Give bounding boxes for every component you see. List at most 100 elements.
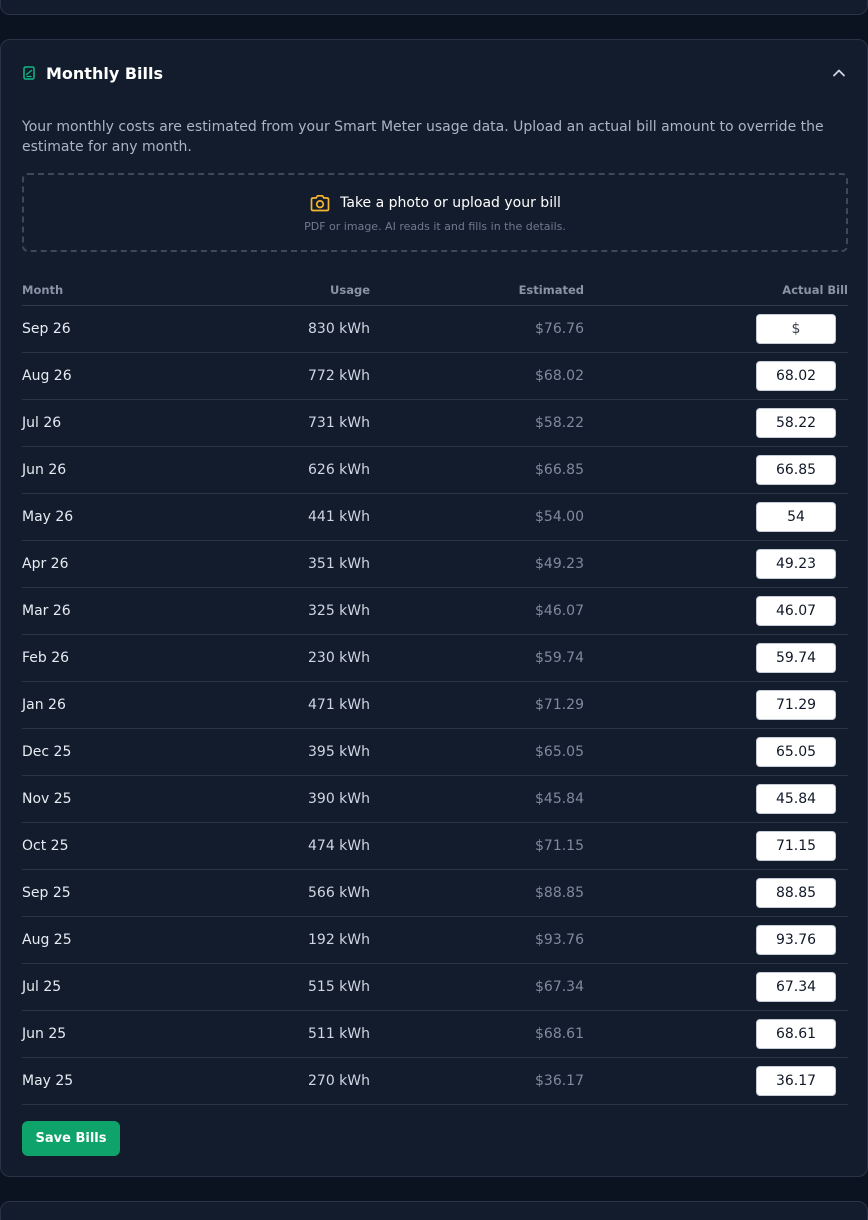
table-row: Apr 26 351 kWh $49.23: [22, 540, 848, 588]
row-estimated: $46.07: [370, 587, 584, 635]
save-bills-button[interactable]: Save Bills: [22, 1121, 120, 1156]
bill-icon: [22, 66, 36, 80]
row-usage: 515 kWh: [212, 963, 370, 1011]
row-usage: 325 kWh: [212, 587, 370, 635]
actual-bill-input[interactable]: [756, 1018, 836, 1049]
row-actual-cell: [584, 728, 848, 776]
column-header-estimated: Estimated: [370, 275, 584, 306]
actual-bill-input[interactable]: [756, 971, 836, 1002]
row-actual-cell: [584, 869, 848, 917]
camera-icon: [309, 193, 331, 213]
row-month: Apr 26: [22, 540, 212, 588]
actual-bill-input[interactable]: [756, 501, 836, 532]
row-usage: 230 kWh: [212, 634, 370, 682]
row-usage: 192 kWh: [212, 916, 370, 964]
row-estimated: $76.76: [370, 305, 584, 353]
row-actual-cell: [584, 540, 848, 588]
section-header[interactable]: Monthly Bills: [22, 62, 847, 84]
row-month: Oct 25: [22, 822, 212, 870]
actual-bill-input[interactable]: [756, 407, 836, 438]
row-estimated: $68.02: [370, 352, 584, 400]
table-row: Aug 26 772 kWh $68.02: [22, 352, 848, 400]
row-month: Feb 26: [22, 634, 212, 682]
row-usage: 731 kWh: [212, 399, 370, 447]
actual-bill-input[interactable]: [756, 830, 836, 861]
actual-bill-input[interactable]: [756, 689, 836, 720]
actual-bill-input[interactable]: [756, 736, 836, 767]
row-estimated: $59.74: [370, 634, 584, 682]
upload-title: Take a photo or upload your bill: [340, 194, 561, 211]
row-actual-cell: [584, 681, 848, 729]
row-actual-cell: [584, 1057, 848, 1105]
row-actual-cell: [584, 916, 848, 964]
row-month: May 25: [22, 1057, 212, 1105]
table-row: Feb 26 230 kWh $59.74: [22, 634, 848, 682]
table-row: Sep 25 566 kWh $88.85: [22, 869, 848, 917]
table-row: Jul 26 731 kWh $58.22: [22, 399, 848, 447]
row-month: Jan 26: [22, 681, 212, 729]
table-row: Mar 26 325 kWh $46.07: [22, 587, 848, 635]
table-row: Jan 26 471 kWh $71.29: [22, 681, 848, 729]
upload-subtitle: PDF or image. AI reads it and fills in t…: [304, 219, 566, 233]
row-usage: 511 kWh: [212, 1010, 370, 1058]
row-month: Jul 26: [22, 399, 212, 447]
bill-upload-dropzone[interactable]: Take a photo or upload your bill PDF or …: [22, 173, 848, 252]
row-usage: 626 kWh: [212, 446, 370, 494]
column-header-month: Month: [22, 275, 212, 306]
row-month: Jul 25: [22, 963, 212, 1011]
row-actual-cell: [584, 775, 848, 823]
actual-bill-input[interactable]: [756, 783, 836, 814]
table-row: Jun 25 511 kWh $68.61: [22, 1010, 848, 1058]
row-month: Mar 26: [22, 587, 212, 635]
row-actual-cell: [584, 399, 848, 447]
table-row: May 26 441 kWh $54.00: [22, 493, 848, 541]
row-estimated: $54.00: [370, 493, 584, 541]
actual-bill-input[interactable]: [756, 548, 836, 579]
row-estimated: $36.17: [370, 1057, 584, 1105]
row-usage: 390 kWh: [212, 775, 370, 823]
bills-table: Month Usage Estimated Actual Bill Sep 26…: [22, 275, 848, 1105]
row-month: Jun 26: [22, 446, 212, 494]
row-estimated: $93.76: [370, 916, 584, 964]
actual-bill-input[interactable]: [756, 1065, 836, 1096]
table-row: Oct 25 474 kWh $71.15: [22, 822, 848, 870]
row-actual-cell: [584, 587, 848, 635]
row-usage: 830 kWh: [212, 305, 370, 353]
previous-section-card: [0, 0, 868, 15]
actual-bill-input[interactable]: [756, 595, 836, 626]
table-row: May 25 270 kWh $36.17: [22, 1057, 848, 1105]
row-usage: 471 kWh: [212, 681, 370, 729]
row-usage: 566 kWh: [212, 869, 370, 917]
row-actual-cell: [584, 446, 848, 494]
row-usage: 270 kWh: [212, 1057, 370, 1105]
table-row: Jun 26 626 kWh $66.85: [22, 446, 848, 494]
table-header-row: Month Usage Estimated Actual Bill: [22, 275, 848, 306]
row-month: May 26: [22, 493, 212, 541]
row-month: Dec 25: [22, 728, 212, 776]
actual-bill-input[interactable]: [756, 454, 836, 485]
column-header-usage: Usage: [212, 275, 370, 306]
actual-bill-input[interactable]: [756, 642, 836, 673]
row-actual-cell: [584, 822, 848, 870]
row-month: Aug 26: [22, 352, 212, 400]
row-usage: 772 kWh: [212, 352, 370, 400]
table-row: Sep 26 830 kWh $76.76: [22, 305, 848, 353]
actual-bill-input[interactable]: [756, 313, 836, 344]
row-actual-cell: [584, 352, 848, 400]
row-month: Sep 25: [22, 869, 212, 917]
table-row: Jul 25 515 kWh $67.34: [22, 963, 848, 1011]
row-month: Sep 26: [22, 305, 212, 353]
actual-bill-input[interactable]: [756, 877, 836, 908]
row-usage: 441 kWh: [212, 493, 370, 541]
actual-bill-input[interactable]: [756, 360, 836, 391]
row-estimated: $68.61: [370, 1010, 584, 1058]
monthly-bills-card: Monthly Bills Your monthly costs are est…: [0, 39, 868, 1177]
actual-bill-input[interactable]: [756, 924, 836, 955]
row-estimated: $58.22: [370, 399, 584, 447]
row-usage: 351 kWh: [212, 540, 370, 588]
row-usage: 474 kWh: [212, 822, 370, 870]
table-row: Nov 25 390 kWh $45.84: [22, 775, 848, 823]
chevron-up-icon[interactable]: [831, 65, 847, 81]
next-section-card: [0, 1201, 868, 1220]
table-row: Aug 25 192 kWh $93.76: [22, 916, 848, 964]
